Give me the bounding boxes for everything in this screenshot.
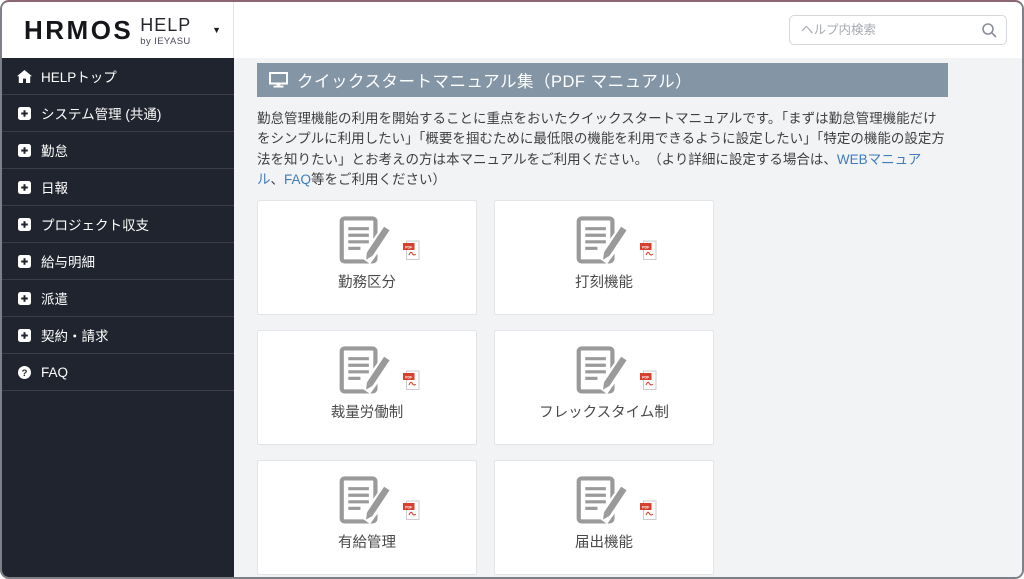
plus-square-icon bbox=[17, 254, 32, 268]
svg-text:PDF: PDF bbox=[405, 245, 413, 249]
sidebar-item-label: FAQ bbox=[41, 364, 69, 380]
app-window: HRMOS HELP by IEYASU ▼ ヘルプ内検索 HELPトップ シス… bbox=[0, 0, 1024, 579]
card-icon-wrap: PDF bbox=[338, 212, 420, 266]
page-title: クイックスタートマニュアル集（PDF マニュアル） bbox=[297, 73, 693, 91]
question-circle-icon bbox=[17, 365, 32, 379]
sidebar-item-system-admin[interactable]: システム管理 (共通) bbox=[2, 95, 234, 132]
sidebar: HELPトップ システム管理 (共通) 勤怠 日報 プロジェクト収支 給与明細 bbox=[2, 58, 234, 577]
card-icon-wrap: PDF bbox=[338, 342, 420, 396]
card-label: 裁量労働制 bbox=[330, 405, 404, 421]
header-right bbox=[234, 2, 1022, 58]
pdf-icon: PDF bbox=[640, 240, 657, 261]
intro-separator: 、 bbox=[270, 171, 285, 187]
svg-text:PDF: PDF bbox=[642, 375, 650, 379]
svg-text:PDF: PDF bbox=[642, 245, 650, 249]
plus-square-icon bbox=[17, 180, 32, 194]
desktop-icon bbox=[269, 72, 288, 88]
plus-square-icon bbox=[17, 291, 32, 305]
page-title-bar: クイックスタートマニュアル集（PDF マニュアル） bbox=[257, 63, 948, 97]
document-pencil-icon bbox=[575, 342, 633, 396]
home-icon bbox=[17, 69, 32, 83]
logo[interactable]: HRMOS HELP by IEYASU ▼ bbox=[2, 2, 234, 58]
sidebar-item-label: プロジェクト収支 bbox=[41, 218, 149, 233]
manual-card-paid-leave[interactable]: PDF 有給管理 bbox=[257, 460, 477, 575]
sidebar-item-dispatch[interactable]: 派遣 bbox=[2, 280, 234, 317]
sidebar-item-label: システム管理 (共通) bbox=[41, 107, 162, 122]
svg-text:PDF: PDF bbox=[405, 375, 413, 379]
search-input[interactable] bbox=[799, 22, 981, 38]
manual-card-discretionary-labor[interactable]: PDF 裁量労働制 bbox=[257, 330, 477, 445]
card-icon-wrap: PDF bbox=[575, 342, 657, 396]
pdf-icon: PDF bbox=[640, 370, 657, 391]
manual-card-flextime[interactable]: PDF フレックスタイム制 bbox=[494, 330, 714, 445]
sidebar-item-payslip[interactable]: 給与明細 bbox=[2, 243, 234, 280]
card-label: 打刻機能 bbox=[575, 275, 633, 291]
manual-cards-grid: PDF 勤務区分 PDF 打刻機能 PDF 裁量労働制 PDF フレックスタイム… bbox=[257, 200, 948, 577]
sidebar-item-label: 派遣 bbox=[41, 292, 68, 307]
manual-card-time-stamping[interactable]: PDF 打刻機能 bbox=[494, 200, 714, 315]
logo-suffix-block: HELP by IEYASU bbox=[140, 13, 191, 47]
document-pencil-icon bbox=[575, 212, 633, 266]
document-pencil-icon bbox=[575, 472, 633, 526]
logo-byline: by IEYASU bbox=[140, 36, 191, 48]
card-label: 届出機能 bbox=[575, 535, 633, 551]
sidebar-item-label: 日報 bbox=[41, 181, 68, 196]
sidebar-item-label: HELPトップ bbox=[41, 70, 117, 85]
manual-card-notification[interactable]: PDF 届出機能 bbox=[494, 460, 714, 575]
pdf-icon: PDF bbox=[403, 370, 420, 391]
pdf-icon: PDF bbox=[403, 240, 420, 261]
sidebar-item-label: 契約・請求 bbox=[41, 329, 109, 344]
card-icon-wrap: PDF bbox=[575, 212, 657, 266]
plus-square-icon bbox=[17, 106, 32, 120]
sidebar-item-attendance[interactable]: 勤怠 bbox=[2, 132, 234, 169]
faq-link[interactable]: FAQ bbox=[284, 172, 311, 187]
sidebar-item-faq[interactable]: FAQ bbox=[2, 354, 234, 391]
search-icon[interactable] bbox=[981, 22, 997, 38]
plus-square-icon bbox=[17, 143, 32, 157]
document-pencil-icon bbox=[338, 342, 396, 396]
sidebar-item-daily-report[interactable]: 日報 bbox=[2, 169, 234, 206]
pdf-icon: PDF bbox=[403, 500, 420, 521]
sidebar-item-help-top[interactable]: HELPトップ bbox=[2, 58, 234, 95]
card-icon-wrap: PDF bbox=[575, 472, 657, 526]
main-content: クイックスタートマニュアル集（PDF マニュアル） 勤怠管理機能の利用を開始する… bbox=[234, 58, 1022, 577]
card-label: 有給管理 bbox=[338, 535, 396, 551]
sidebar-item-project-balance[interactable]: プロジェクト収支 bbox=[2, 206, 234, 243]
plus-square-icon bbox=[17, 328, 32, 342]
pdf-icon: PDF bbox=[640, 500, 657, 521]
logo-help-text: HELP bbox=[140, 15, 192, 36]
intro-segment: 等をご利用ください） bbox=[311, 171, 447, 187]
sidebar-item-contract-billing[interactable]: 契約・請求 bbox=[2, 317, 234, 354]
card-icon-wrap: PDF bbox=[338, 472, 420, 526]
document-pencil-icon bbox=[338, 212, 396, 266]
sidebar-item-label: 給与明細 bbox=[41, 255, 95, 270]
brand-text: HRMOS bbox=[24, 15, 134, 45]
search-box bbox=[789, 15, 1007, 45]
svg-text:PDF: PDF bbox=[642, 505, 650, 509]
card-label: フレックスタイム制 bbox=[539, 405, 669, 421]
document-pencil-icon bbox=[338, 472, 396, 526]
svg-text:PDF: PDF bbox=[405, 505, 413, 509]
manual-card-work-category[interactable]: PDF 勤務区分 bbox=[257, 200, 477, 315]
top-header: HRMOS HELP by IEYASU ▼ bbox=[2, 2, 1022, 58]
intro-text: 勤怠管理機能の利用を開始することに重点をおいたクイックスタートマニュアルです。「… bbox=[257, 109, 948, 190]
plus-square-icon bbox=[17, 217, 32, 231]
card-label: 勤務区分 bbox=[338, 275, 396, 291]
caret-down-icon[interactable]: ▼ bbox=[212, 25, 221, 35]
sidebar-item-label: 勤怠 bbox=[41, 144, 68, 159]
